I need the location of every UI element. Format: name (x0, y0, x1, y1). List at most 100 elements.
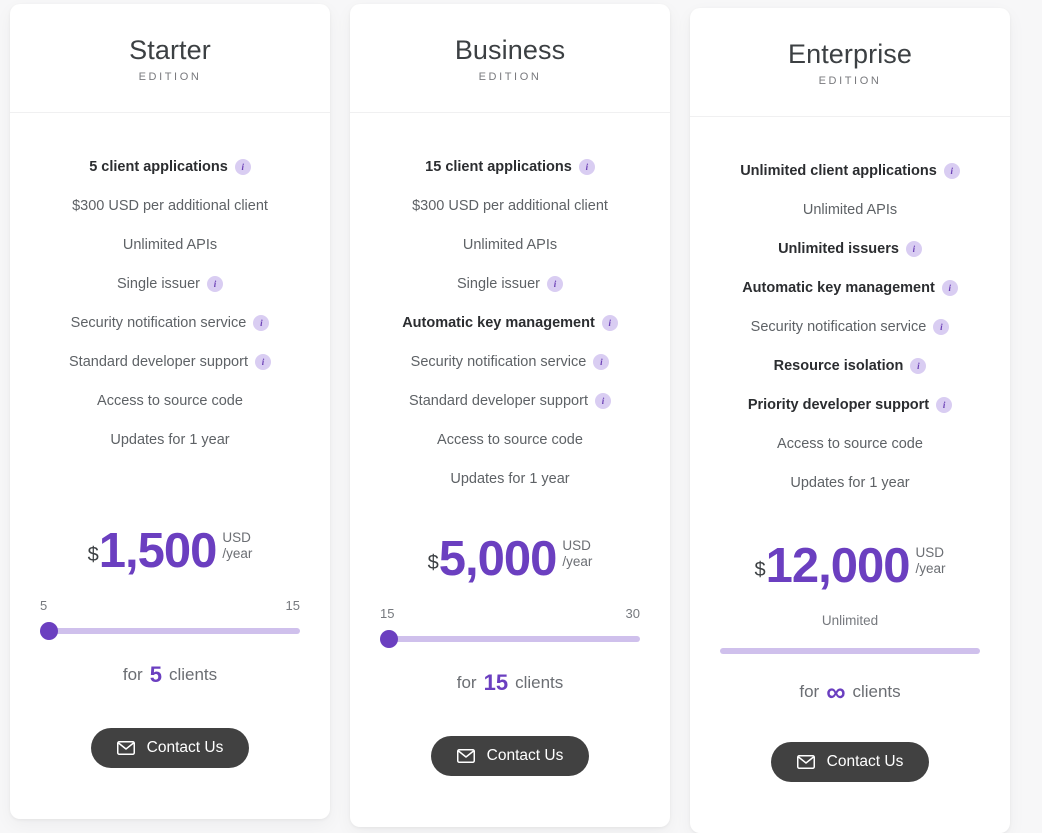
info-icon[interactable]: i (207, 275, 223, 292)
plan-edition-label: EDITION (478, 70, 542, 83)
price-line: $5,000 USD/year (428, 530, 593, 592)
feature-label: Unlimited client applications (740, 162, 937, 179)
feature-item: Single issuer i (24, 264, 316, 303)
info-icon[interactable]: i (594, 392, 611, 409)
envelope-icon (796, 755, 815, 769)
feature-item: Unlimited issuers i (704, 229, 996, 268)
info-icon[interactable]: i (910, 357, 927, 374)
client-count-prefix: for (456, 673, 477, 692)
price-unit-period: /year (222, 546, 253, 561)
price-currency-symbol: $ (427, 552, 439, 574)
feature-item: Resource isolation i (704, 346, 996, 385)
cta-wrap: Contact Us (690, 702, 1010, 833)
price-line: $1,500 USD/year (88, 522, 253, 584)
slider-track[interactable] (380, 636, 640, 642)
price-unit-period: /year (915, 561, 946, 576)
feature-item: Updates for 1 year (364, 459, 656, 498)
feature-item: Security notification service i (364, 342, 656, 381)
plan-card-header: Starter EDITION (10, 4, 330, 113)
feature-item: $300 USD per additional client (364, 186, 656, 225)
feature-item: Standard developer support i (24, 342, 316, 381)
feature-item: Single issuer i (364, 264, 656, 303)
contact-us-button[interactable]: Contact Us (770, 742, 930, 782)
info-icon[interactable]: i (253, 314, 270, 331)
client-count-suffix: clients (515, 673, 564, 692)
feature-label: Single issuer (456, 275, 540, 292)
info-icon[interactable]: i (234, 158, 251, 175)
feature-label: Resource isolation (773, 357, 904, 374)
client-count-slider[interactable]: 15 30 (372, 606, 648, 648)
feature-label: Automatic key management (402, 314, 595, 331)
contact-us-button[interactable]: Contact Us (430, 736, 590, 776)
plan-card-header: Business EDITION (350, 4, 670, 113)
info-icon[interactable]: i (941, 279, 958, 296)
plan-name: Enterprise (787, 38, 913, 69)
slider-track-wrap[interactable] (380, 630, 640, 648)
feature-item: Unlimited APIs (704, 190, 996, 229)
info-icon[interactable]: i (905, 240, 922, 257)
price-unit-currency: USD (562, 538, 591, 553)
feature-item: Updates for 1 year (704, 463, 996, 502)
slider-min-label: 15 (380, 606, 395, 621)
feature-list: 5 client applications i $300 USD per addit… (10, 113, 330, 459)
info-icon[interactable]: i (593, 353, 610, 370)
feature-label: Security notification service (750, 318, 927, 335)
plan-name: Business (454, 34, 566, 65)
feature-label: Access to source code (777, 435, 923, 452)
feature-item: Unlimited APIs (364, 225, 656, 264)
feature-item: $300 USD per additional client (24, 186, 316, 225)
envelope-icon (456, 749, 475, 763)
feature-label: $300 USD per additional client (412, 197, 608, 214)
slider-track[interactable] (720, 648, 980, 654)
envelope-icon (116, 741, 135, 755)
feature-item: Automatic key management i (704, 268, 996, 307)
feature-label: Single issuer (116, 275, 200, 292)
slider-bounds: 5 15 (40, 598, 300, 613)
feature-label: Unlimited APIs (462, 236, 558, 253)
client-count-slider[interactable]: 5 15 (32, 598, 308, 640)
info-icon[interactable]: i (254, 353, 271, 370)
feature-label: Updates for 1 year (110, 431, 230, 448)
contact-us-label: Contact Us (146, 739, 224, 756)
price-unit: USD/year (562, 538, 592, 570)
feature-item: Unlimited client applications i (704, 151, 996, 190)
feature-label: $300 USD per additional client (72, 197, 268, 214)
cta-wrap: Contact Us (350, 696, 670, 827)
feature-label: Access to source code (437, 431, 583, 448)
feature-list: 15 client applications i $300 USD per addi… (350, 113, 670, 498)
info-icon[interactable]: i (936, 396, 953, 413)
feature-item: Access to source code (704, 424, 996, 463)
price-unit-currency: USD (222, 530, 251, 545)
price-unit-period: /year (562, 554, 593, 569)
info-icon[interactable]: i (578, 158, 595, 175)
slider-track-wrap[interactable] (40, 622, 300, 640)
info-icon[interactable]: i (933, 318, 950, 335)
plan-card-starter: Starter EDITION 5 client applications i $300… (10, 4, 330, 819)
client-count-value: ∞ (826, 677, 846, 707)
client-count-suffix: clients (852, 682, 901, 701)
plan-card-enterprise: Enterprise EDITION Unlimited client applic… (690, 8, 1010, 833)
price-currency-symbol: $ (87, 544, 99, 566)
slider-track[interactable] (40, 628, 300, 634)
info-icon[interactable]: i (547, 275, 563, 292)
contact-us-label: Contact Us (486, 747, 564, 764)
info-icon[interactable]: i (601, 314, 618, 331)
contact-us-button[interactable]: Contact Us (90, 728, 250, 768)
slider-thumb[interactable] (40, 622, 58, 640)
plan-name: Starter (129, 34, 211, 65)
feature-label: Standard developer support (69, 353, 248, 370)
slider-track-wrap[interactable] (720, 642, 980, 660)
client-count-slider[interactable]: Unlimited (712, 613, 988, 660)
client-count-summary: for ∞ clients (799, 677, 901, 707)
feature-item: Priority developer support i (704, 385, 996, 424)
info-icon[interactable]: i (943, 162, 960, 179)
client-count-summary: for 5 clients (123, 662, 217, 688)
slider-max-label: 30 (625, 606, 640, 621)
cta-wrap: Contact Us (10, 688, 330, 819)
plan-card-header: Enterprise EDITION (690, 8, 1010, 117)
feature-label: Automatic key management (742, 279, 935, 296)
slider-min-label: 5 (40, 598, 48, 613)
slider-thumb[interactable] (380, 630, 398, 648)
feature-label: Updates for 1 year (450, 470, 570, 487)
feature-list: Unlimited client applications i Unlimited … (690, 117, 1010, 502)
